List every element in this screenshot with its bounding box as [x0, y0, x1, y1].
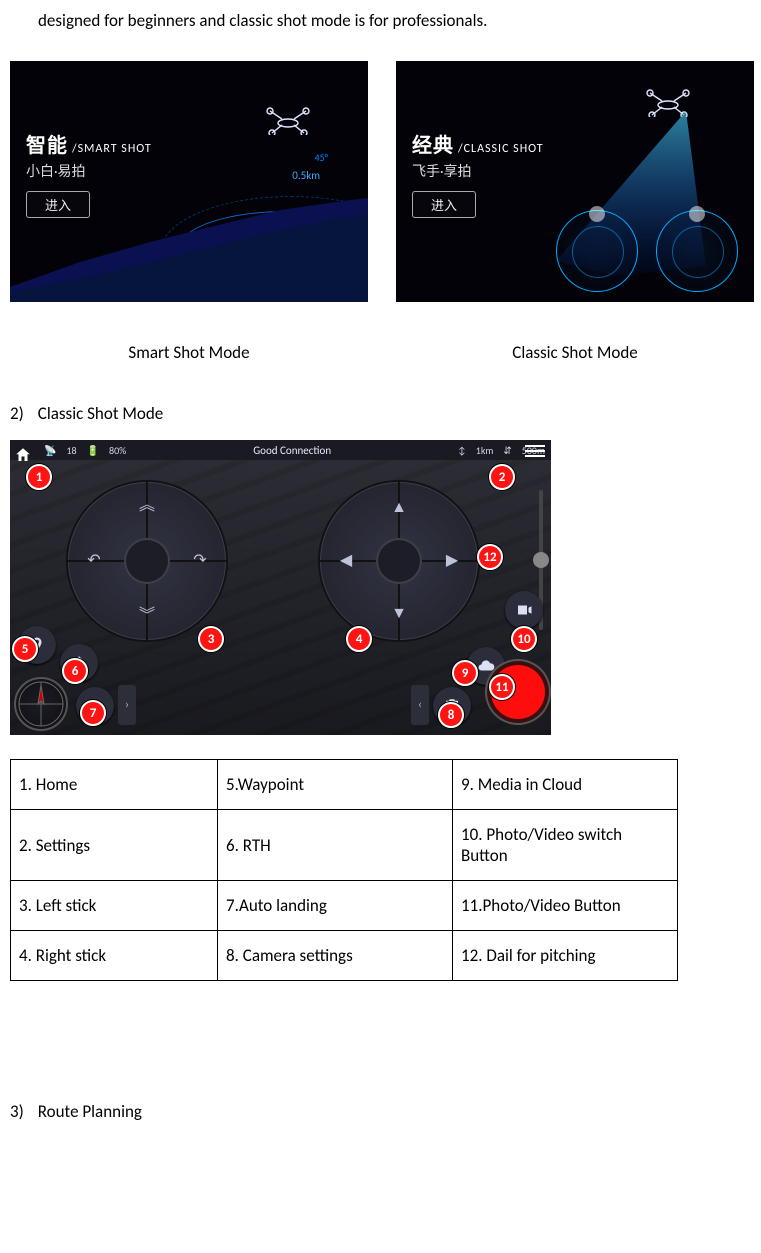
smart-shot-card: 智能/SMART SHOT 小白·易拍 进入 45° 0.5km	[10, 61, 368, 363]
callout-2: 2	[489, 464, 515, 490]
legend-cell: 4. Right stick	[11, 931, 218, 981]
callout-9: 9	[452, 660, 478, 686]
distance-value: 1km	[476, 444, 494, 457]
callout-8: 8	[438, 702, 464, 728]
callout-3: 3	[198, 626, 224, 652]
smart-title-en: /SMART SHOT	[72, 142, 152, 156]
callout-11: 11	[489, 674, 515, 700]
left-joystick[interactable]: ︽ ︾ ↶ ↷	[68, 482, 226, 640]
down-arrow-icon: ▼	[387, 602, 411, 626]
expand-left-tab[interactable]: ›	[118, 685, 136, 725]
altitude-icon: ⇵	[503, 444, 511, 457]
rotate-left-icon: ↶	[82, 549, 106, 573]
legend-cell: 6. RTH	[218, 810, 453, 881]
legend-cell: 2. Settings	[11, 810, 218, 881]
right-dial	[656, 210, 738, 292]
intro-text: designed for beginners and classic shot …	[38, 10, 741, 31]
callout-10: 10	[511, 626, 537, 652]
photo-video-switch-button[interactable]	[505, 591, 543, 629]
connection-status: Good Connection	[136, 444, 448, 457]
callout-12: 12	[477, 544, 503, 570]
smart-shot-image: 智能/SMART SHOT 小白·易拍 进入 45° 0.5km	[10, 61, 368, 302]
satellite-icon: 📡	[44, 444, 56, 457]
classic-title-en: /CLASSIC SHOT	[458, 142, 544, 156]
home-icon[interactable]	[12, 444, 34, 466]
callout-7: 7	[80, 700, 106, 726]
classic-caption: Classic Shot Mode	[396, 342, 754, 363]
rotate-right-icon: ↷	[188, 549, 212, 573]
table-row: 2. Settings 6. RTH 10. Photo/Video switc…	[11, 810, 678, 881]
menu-icon[interactable]	[525, 444, 547, 462]
classic-title-zh: 经典	[412, 134, 454, 158]
smart-title: 智能/SMART SHOT	[26, 129, 152, 158]
smart-subtitle: 小白·易拍	[26, 161, 86, 181]
left-dial	[556, 210, 638, 292]
smart-distance-label: 0.5km	[292, 169, 320, 182]
section-3-title: Route Planning	[38, 1101, 142, 1122]
section-3-heading: 3) Route Planning	[10, 1101, 741, 1122]
legend-cell: 8. Camera settings	[218, 931, 453, 981]
section-2-heading: 2) Classic Shot Mode	[10, 403, 741, 424]
pitch-slider-thumb[interactable]	[533, 552, 549, 568]
section-3-num: 3)	[10, 1101, 24, 1122]
left-arrow-icon: ◀	[334, 549, 358, 573]
table-row: 1. Home 5.Waypoint 9. Media in Cloud	[11, 760, 678, 810]
battery-level: 80%	[109, 444, 126, 457]
classic-shot-image: 经典/CLASSIC SHOT 飞手·享拍 进入	[396, 61, 754, 302]
right-arrow-icon: ▶	[440, 549, 464, 573]
compass-icon	[14, 677, 68, 731]
status-bar: 📡 18 🔋 80% Good Connection ↕ 1km ⇵ 500m	[10, 440, 551, 460]
satellite-count: 18	[66, 444, 76, 457]
smart-caption: Smart Shot Mode	[10, 342, 368, 363]
section-2-title: Classic Shot Mode	[38, 403, 163, 424]
callout-1: 1	[26, 464, 52, 490]
battery-icon: 🔋	[87, 444, 99, 457]
callout-4: 4	[346, 626, 372, 652]
smart-altitude-label: 45°	[314, 151, 328, 164]
expand-right-tab[interactable]: ‹	[411, 685, 429, 725]
distance-icon: ↕	[458, 444, 466, 457]
legend-cell: 3. Left stick	[11, 881, 218, 931]
classic-subtitle: 飞手·享拍	[412, 161, 472, 181]
drone-icon	[264, 105, 312, 135]
legend-cell: 9. Media in Cloud	[453, 760, 678, 810]
classic-mode-ui-screenshot: 📡 18 🔋 80% Good Connection ↕ 1km ⇵ 500m …	[10, 440, 551, 735]
smart-title-zh: 智能	[26, 134, 68, 158]
classic-shot-card: 经典/CLASSIC SHOT 飞手·享拍 进入	[396, 61, 754, 363]
section-2-num: 2)	[10, 403, 24, 424]
mode-cards-row: 智能/SMART SHOT 小白·易拍 进入 45° 0.5km	[10, 61, 741, 363]
legend-cell: 12. Dail for pitching	[453, 931, 678, 981]
legend-cell: 1. Home	[11, 760, 218, 810]
up-arrow-icon: ▲	[387, 496, 411, 520]
callout-5: 5	[12, 636, 38, 662]
classic-title: 经典/CLASSIC SHOT	[412, 129, 544, 158]
legend-table: 1. Home 5.Waypoint 9. Media in Cloud 2. …	[10, 759, 678, 981]
legend-cell: 11.Photo/Video Button	[453, 881, 678, 931]
table-row: 3. Left stick 7.Auto landing 11.Photo/Vi…	[11, 881, 678, 931]
legend-cell: 10. Photo/Video switch Button	[453, 810, 678, 881]
classic-enter-button[interactable]: 进入	[412, 191, 476, 218]
down-arrow-icon: ︾	[135, 604, 159, 628]
legend-cell: 7.Auto landing	[218, 881, 453, 931]
terrain-graphic	[10, 192, 368, 302]
legend-cell: 5.Waypoint	[218, 760, 453, 810]
callout-6: 6	[62, 658, 88, 684]
up-arrow-icon: ︽	[135, 494, 159, 518]
table-row: 4. Right stick 8. Camera settings 12. Da…	[11, 931, 678, 981]
